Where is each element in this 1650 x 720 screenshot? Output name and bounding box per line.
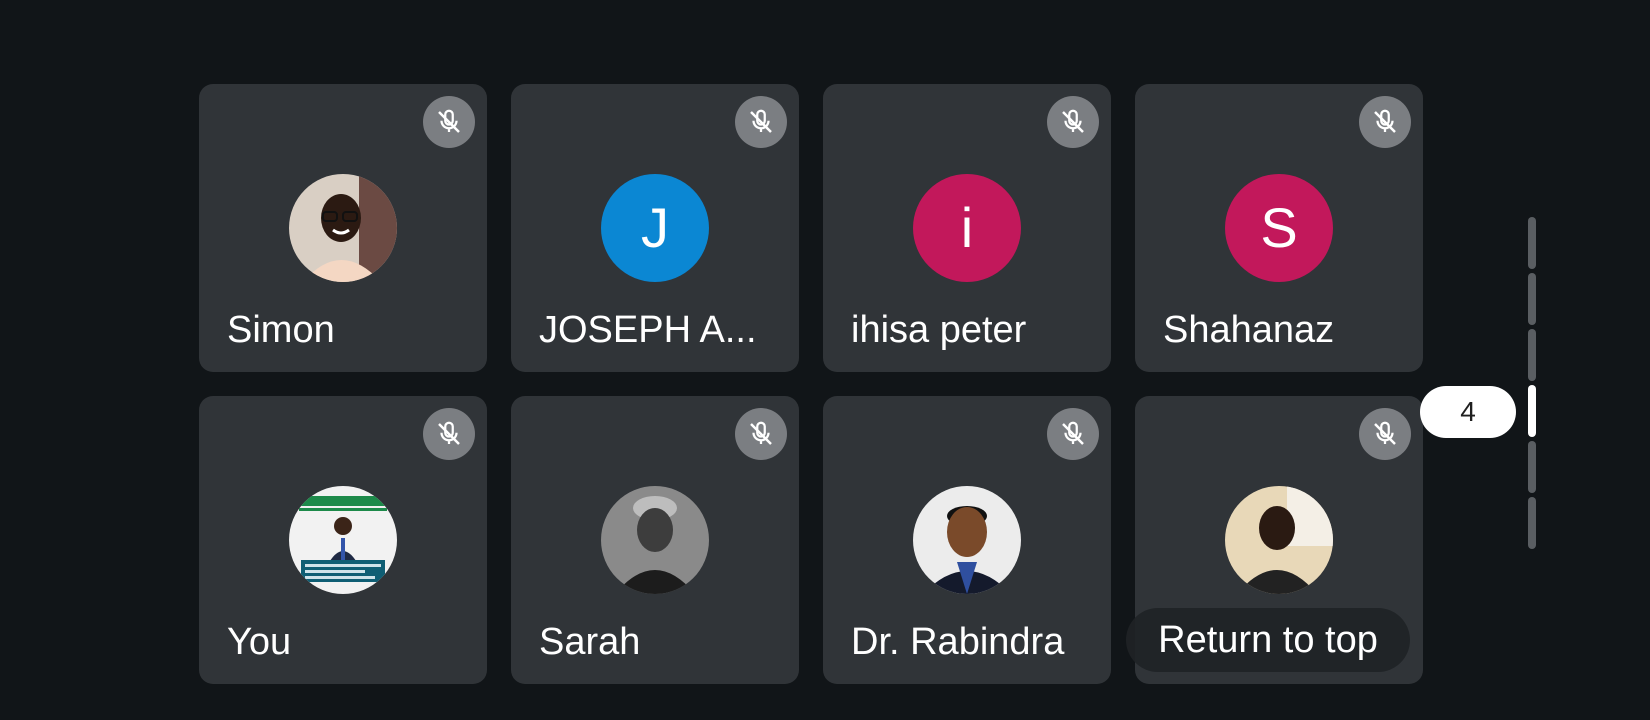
mic-off-icon bbox=[1359, 96, 1411, 148]
meeting-stage: Simon J JOSEPH A... i ihisa peter S Shah… bbox=[0, 0, 1650, 720]
page-segment-active[interactable] bbox=[1528, 385, 1536, 437]
participant-tile-dr-rabindra[interactable]: Dr. Rabindra bbox=[823, 396, 1111, 684]
participant-name: ihisa peter bbox=[851, 309, 1027, 351]
page-segment[interactable] bbox=[1528, 497, 1536, 549]
participant-tile-ihisa-peter[interactable]: i ihisa peter bbox=[823, 84, 1111, 372]
page-segment[interactable] bbox=[1528, 273, 1536, 325]
avatar-initial: i bbox=[913, 174, 1021, 282]
page-segment[interactable] bbox=[1528, 441, 1536, 493]
participant-name: Shahanaz bbox=[1163, 309, 1335, 351]
participant-name: You bbox=[227, 621, 292, 663]
avatar-initial: S bbox=[1225, 174, 1333, 282]
participant-tile-you[interactable]: You bbox=[199, 396, 487, 684]
mic-off-icon bbox=[423, 96, 475, 148]
avatar bbox=[601, 486, 709, 594]
mic-off-icon bbox=[1359, 408, 1411, 460]
current-page-badge: 4 bbox=[1420, 386, 1516, 438]
mic-off-icon bbox=[1047, 408, 1099, 460]
avatar bbox=[289, 486, 397, 594]
avatar-initial: J bbox=[601, 174, 709, 282]
mic-off-icon bbox=[1047, 96, 1099, 148]
avatar bbox=[289, 174, 397, 282]
participant-name: Simon bbox=[227, 309, 335, 351]
avatar bbox=[913, 486, 1021, 594]
mic-off-icon bbox=[423, 408, 475, 460]
mic-off-icon bbox=[735, 96, 787, 148]
page-segment[interactable] bbox=[1528, 217, 1536, 269]
participant-name: JOSEPH A... bbox=[539, 309, 757, 351]
participant-grid: Simon J JOSEPH A... i ihisa peter S Shah… bbox=[199, 84, 1423, 684]
mic-off-icon bbox=[735, 408, 787, 460]
participant-tile-joseph[interactable]: J JOSEPH A... bbox=[511, 84, 799, 372]
participant-tile-shahanaz[interactable]: S Shahanaz bbox=[1135, 84, 1423, 372]
participant-name: Sarah bbox=[539, 621, 641, 663]
return-to-top-button[interactable]: Return to top bbox=[1126, 608, 1410, 672]
participant-tile-sarah[interactable]: Sarah bbox=[511, 396, 799, 684]
participant-name: Dr. Rabindra bbox=[851, 621, 1065, 663]
page-segment[interactable] bbox=[1528, 329, 1536, 381]
avatar bbox=[1225, 486, 1333, 594]
participant-tile-simon[interactable]: Simon bbox=[199, 84, 487, 372]
